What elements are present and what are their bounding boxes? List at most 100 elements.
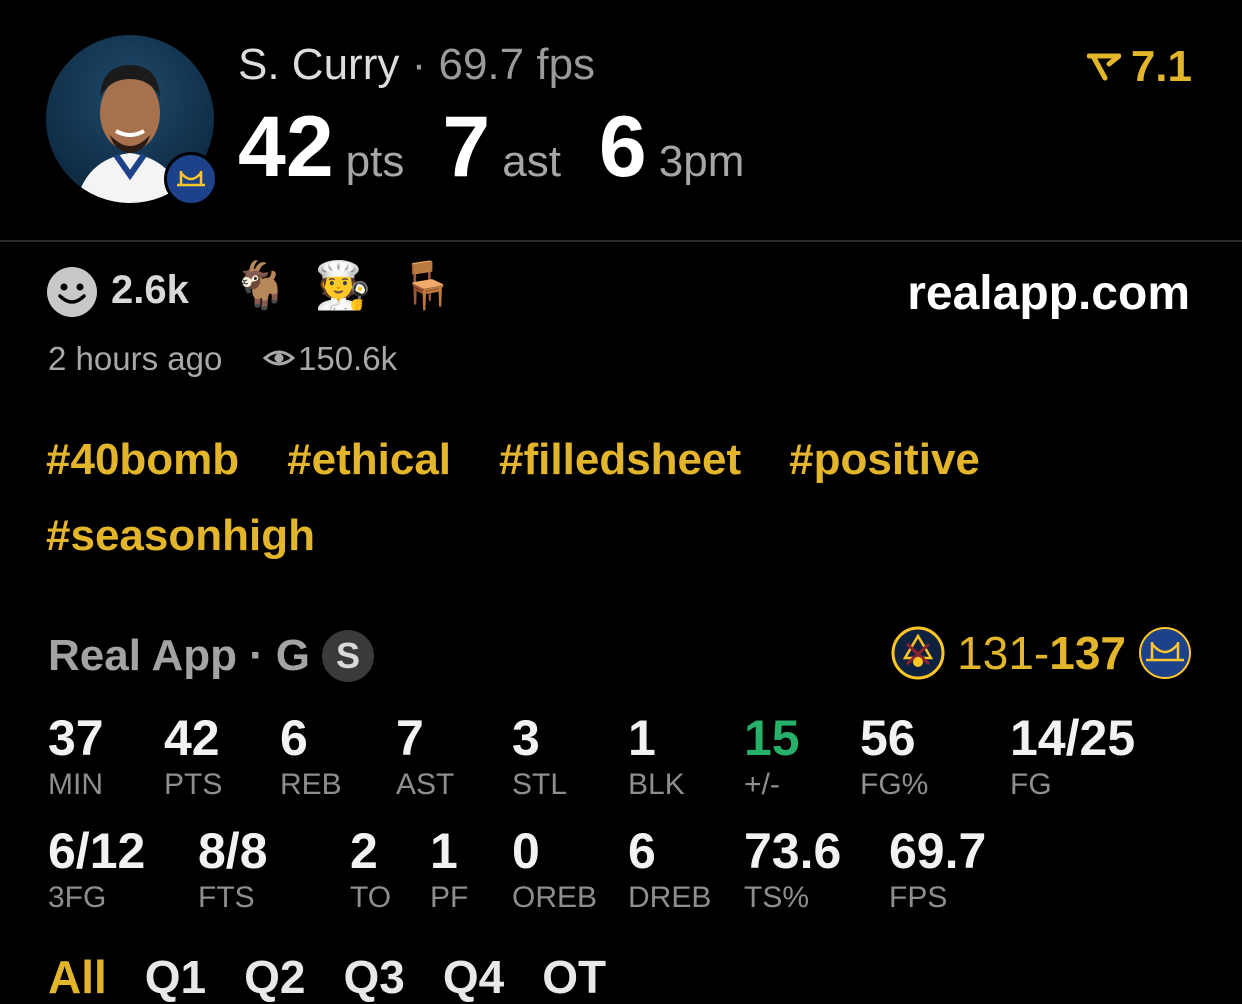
stat-value: 14/25 [1010, 710, 1136, 766]
stat-label: TS% [744, 881, 810, 914]
stat-label: FG% [860, 768, 929, 801]
stat-plus-minus: 15 +/- [744, 712, 800, 802]
stat-label: +/- [744, 768, 780, 801]
tab-ot[interactable]: OT [542, 950, 606, 1004]
stat-value: 8/8 [198, 823, 268, 879]
stat-fts: 8/8 FTS [198, 825, 268, 915]
tab-all[interactable]: All [48, 950, 107, 1004]
hashtag-list: #40bomb #ethical #filledsheet #positive … [46, 436, 1196, 560]
separator: · [249, 631, 264, 680]
stat-ast: 7 AST [396, 712, 454, 802]
eye-icon [263, 350, 295, 366]
fps-value: 69.7 fps [438, 40, 596, 89]
stat-label: STL [512, 768, 568, 801]
stat-value: 37 [48, 710, 104, 766]
chef-emoji-icon[interactable]: 🧑‍🍳 [314, 262, 371, 308]
goat-emoji-icon[interactable]: 🐐 [232, 262, 289, 308]
stat-label: PF [430, 881, 469, 914]
stat-fps: 69.7 FPS [889, 825, 986, 915]
stat-value: 42 [164, 710, 220, 766]
stat-fg-pct: 56 FG% [860, 712, 928, 802]
stat-blk: 1 BLK [628, 712, 685, 802]
headline-stat-value: 42 [238, 99, 334, 195]
stat-value: 56 [860, 710, 916, 766]
stat-value: 73.6 [744, 823, 842, 879]
stat-value: 3 [512, 710, 540, 766]
tab-q4[interactable]: Q4 [443, 950, 504, 1004]
site-link[interactable]: realapp.com [907, 266, 1190, 321]
source-name[interactable]: Real App [48, 631, 237, 681]
stat-value: 6 [628, 823, 656, 879]
hashtag[interactable]: #filledsheet [499, 436, 741, 484]
score-dash: - [1033, 627, 1050, 679]
stat-label: OREB [512, 881, 598, 914]
position: G [275, 631, 310, 680]
stat-label: FTS [198, 881, 255, 914]
stat-value: 7 [396, 710, 424, 766]
stat-min: 37 MIN [48, 712, 104, 802]
headline-stat-unit: 3pm [658, 137, 745, 186]
away-score: 131 [957, 627, 1034, 679]
chair-emoji-icon[interactable]: 🪑 [398, 262, 455, 308]
stat-value: 0 [512, 823, 540, 879]
quarter-tabs: All Q1 Q2 Q3 Q4 OT [48, 950, 606, 1004]
stat-to: 2 TO [350, 825, 391, 915]
home-score: 137 [1049, 627, 1126, 679]
player-line: S. Curry · 69.7 fps [238, 40, 595, 90]
stat-label: AST [396, 768, 455, 801]
stat-value: 6 [280, 710, 308, 766]
tab-q3[interactable]: Q3 [344, 950, 405, 1004]
stat-label: TO [350, 881, 392, 914]
stat-pts: 42 PTS [164, 712, 222, 802]
stat-3fg: 6/12 3FG [48, 825, 145, 915]
divider [0, 240, 1242, 242]
game-score[interactable]: 131-137 [891, 626, 1192, 680]
separator: · [411, 40, 427, 89]
stat-label: DREB [628, 881, 712, 914]
stat-oreb: 0 OREB [512, 825, 597, 915]
hashtag[interactable]: #ethical [287, 436, 451, 484]
trend-arrow-icon [1086, 53, 1121, 81]
stat-pf: 1 PF [430, 825, 468, 915]
hashtag[interactable]: #seasonhigh [46, 512, 315, 560]
rating-value: 7.1 [1130, 42, 1192, 91]
timestamp: 2 hours ago [48, 340, 223, 377]
stat-value: 15 [744, 710, 800, 766]
hashtag[interactable]: #40bomb [46, 436, 239, 484]
headline-stat-unit: pts [345, 137, 405, 186]
source-line: Real App · G S [48, 630, 374, 682]
headline-stat-value: 7 [442, 99, 491, 195]
stat-value: 2 [350, 823, 378, 879]
stat-fg: 14/25 FG [1010, 712, 1135, 802]
smiley-reaction-icon[interactable] [46, 266, 98, 318]
tab-q2[interactable]: Q2 [244, 950, 305, 1004]
stat-reb: 6 REB [280, 712, 342, 802]
reaction-count: 2.6k [111, 268, 189, 312]
stat-label: MIN [48, 768, 103, 801]
rating-badge[interactable]: 7.1 [1086, 42, 1192, 92]
view-count: 150.6k [298, 340, 398, 377]
team-logo-icon [164, 152, 218, 206]
nuggets-logo-icon [891, 626, 945, 680]
hashtag[interactable]: #positive [789, 436, 980, 484]
stat-ts-pct: 73.6 TS% [744, 825, 841, 915]
stat-label: 3FG [48, 881, 107, 914]
stat-value: 69.7 [889, 823, 987, 879]
stat-label: PTS [164, 768, 223, 801]
stat-value: 6/12 [48, 823, 146, 879]
tab-q1[interactable]: Q1 [145, 950, 206, 1004]
warriors-logo-icon [1139, 627, 1191, 679]
stat-dreb: 6 DREB [628, 825, 711, 915]
player-name[interactable]: S. Curry [238, 40, 399, 89]
stat-label: FG [1010, 768, 1052, 801]
stat-label: BLK [628, 768, 685, 801]
headline-stat-unit: ast [502, 137, 561, 186]
score-text: 131-137 [957, 626, 1126, 680]
stat-value: 1 [628, 710, 656, 766]
stat-stl: 3 STL [512, 712, 567, 802]
headline-stats: 42 pts 7 ast 6 3pm [238, 98, 782, 197]
headline-stat-value: 6 [598, 99, 647, 195]
starter-badge: S [321, 630, 374, 682]
stat-label: REB [280, 768, 342, 801]
stat-label: FPS [889, 881, 948, 914]
